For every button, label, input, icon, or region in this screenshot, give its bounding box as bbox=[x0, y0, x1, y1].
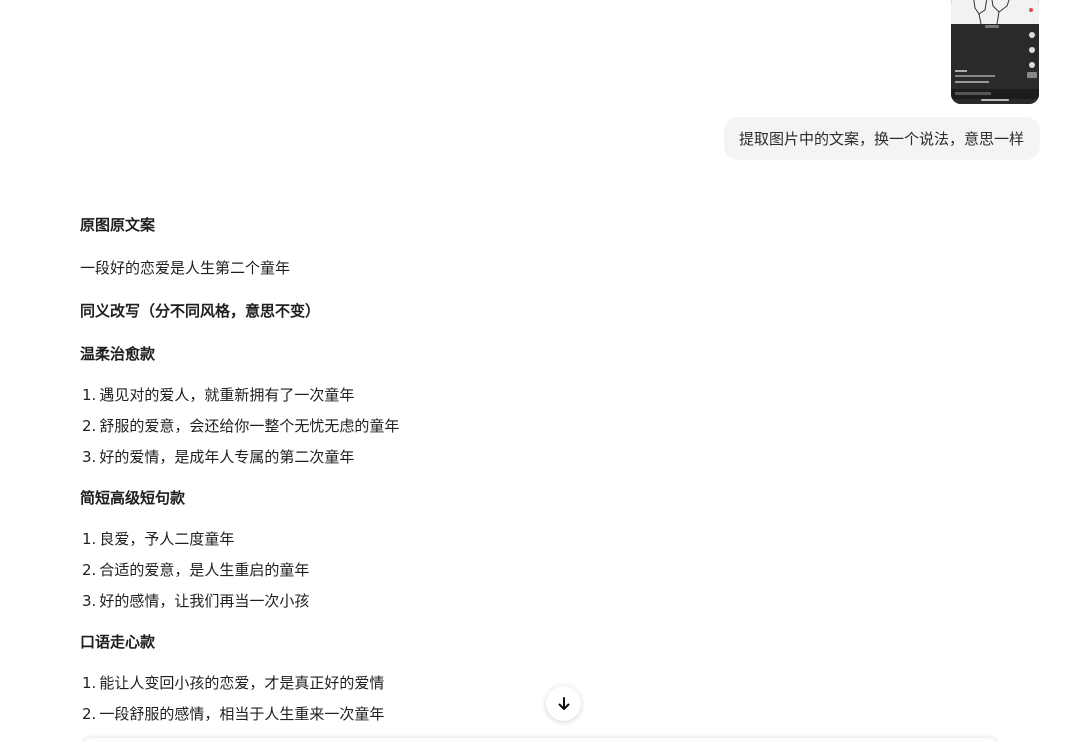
list-item: 3. 好的感情，让我们再当一次小孩 bbox=[82, 592, 310, 610]
section-title: 口语走心款 bbox=[80, 633, 156, 651]
original-heading: 原图原文案 bbox=[80, 216, 156, 234]
rewrite-list: 1. 能让人变回小孩的恋爱，才是真正好的爱情 2. 一段舒服的感情，相当于人生重来一… bbox=[80, 672, 780, 726]
scroll-to-bottom-button[interactable] bbox=[546, 686, 581, 721]
phone-screenshot-icon bbox=[951, 0, 1039, 104]
arrow-down-icon bbox=[558, 696, 569, 710]
list-item: 1. 良爱，予人二度童年 bbox=[82, 530, 235, 548]
list-item: 2. 一段舒服的感情，相当于人生重来一次童年 bbox=[82, 705, 385, 723]
chat-page: 提取图片中的文案，换一个说法，意思一样 原图原文案 一段好的恋爱是人生第二个童年… bbox=[0, 0, 1080, 741]
list-item: 2. 合适的爱意，是人生重启的童年 bbox=[82, 561, 310, 579]
list-item: 3. 好的爱情，是成年人专属的第二次童年 bbox=[82, 448, 355, 466]
list-item: 1. 遇见对的爱人，就重新拥有了一次童年 bbox=[82, 386, 355, 404]
user-message-text: 提取图片中的文案，换一个说法，意思一样 bbox=[738, 130, 1024, 148]
user-message-bubble: 提取图片中的文案，换一个说法，意思一样 bbox=[723, 117, 1040, 160]
section-title: 简短高级短句款 bbox=[80, 489, 186, 507]
attached-image-thumbnail[interactable] bbox=[951, 0, 1039, 104]
rewrite-heading: 同义改写（分不同风格，意思不变） bbox=[80, 302, 321, 320]
list-item: 2. 舒服的爱意，会还给你一整个无忧无虑的童年 bbox=[82, 417, 400, 435]
section-title: 温柔治愈款 bbox=[80, 345, 156, 363]
original-text: 一段好的恋爱是人生第二个童年 bbox=[80, 259, 291, 277]
rewrite-list: 1. 遇见对的爱人，就重新拥有了一次童年 2. 舒服的爱意，会还给你一整个无忧无虑的… bbox=[80, 384, 780, 469]
assistant-answer: 原图原文案 一段好的恋爱是人生第二个童年 同义改写（分不同风格，意思不变） 温柔… bbox=[80, 214, 780, 726]
list-item: 1. 能让人变回小孩的恋爱，才是真正好的爱情 bbox=[82, 674, 385, 692]
rewrite-list: 1. 良爱，予人二度童年 2. 合适的爱意，是人生重启的童年 3. 好的感情，让我们再… bbox=[80, 528, 780, 613]
